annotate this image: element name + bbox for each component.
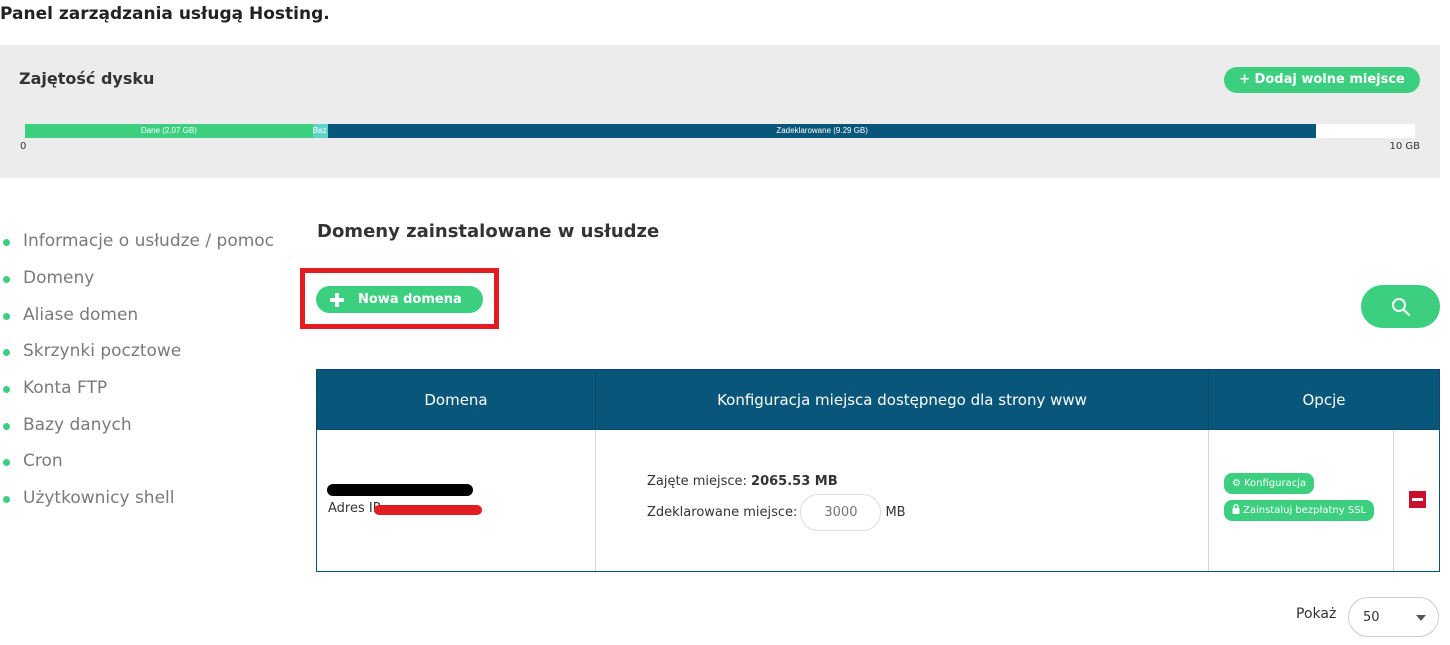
sidebar-item-label: Konta FTP [23,378,108,399]
used-space-line: Zajęte miejsce: 2065.53 MB [647,474,838,489]
install-ssl-button[interactable]: Zainstaluj bezpłatny SSL [1224,500,1375,521]
page-size-select[interactable]: 50 [1348,597,1439,637]
bullet-icon [3,496,10,504]
declared-space-unit: MB [885,505,906,520]
column-header-space-config: Konfiguracja miejsca dostępnego dla stro… [595,369,1209,430]
delete-cell [1393,429,1440,572]
page-size-value: 50 [1363,609,1380,625]
new-domain-button[interactable]: Nowa domena [316,286,483,313]
disk-bar-segment-databases: Baz [312,124,328,138]
sidebar-item-ftp-accounts[interactable]: Konta FTP [0,370,274,407]
bullet-icon [3,422,10,430]
configuration-label: Konfiguracja [1243,478,1307,489]
install-ssl-label: Zainstaluj bezpłatny SSL [1243,505,1367,516]
redacted-domain-name [327,484,473,496]
space-config-cell: Zajęte miejsce: 2065.53 MB Zdeklarowane … [595,429,1209,572]
new-domain-label: Nowa domena [358,292,462,307]
section-title: Domeny zainstalowane w usłudze [317,221,660,242]
page-size-label: Pokaż [1296,606,1337,622]
redacted-ip-address [374,505,482,515]
disk-bar-max-label: 10 GB [1389,141,1420,152]
domain-cell: Adres IP: [316,429,596,572]
search-icon [1391,297,1410,316]
sidebar-item-databases[interactable]: Bazy danych [0,406,274,443]
bullet-icon [3,276,10,284]
add-space-button[interactable]: + Dodaj wolne miejsce [1224,67,1420,93]
bullet-icon [3,239,10,247]
page-title: Panel zarządzania usługą Hosting. [0,4,330,24]
minus-icon [1412,498,1423,501]
sidebar-nav: Informacje o usłudze / pomoc Domeny Alia… [0,223,274,517]
bullet-icon [3,312,10,320]
gear-icon: ⚙ [1232,478,1241,489]
sidebar-item-shell-users[interactable]: Użytkownicy shell [0,480,274,517]
sidebar-item-label: Domeny [23,268,95,289]
sidebar-item-domain-aliases[interactable]: Aliase domen [0,296,274,333]
sidebar-item-label: Informacje o usłudze / pomoc [23,231,275,252]
disk-usage-title: Zajętość dysku [19,69,155,88]
sidebar-item-service-info[interactable]: Informacje o usłudze / pomoc [0,223,274,260]
lock-icon [1232,504,1240,517]
bullet-icon [3,459,10,467]
chevron-down-icon [1416,615,1426,621]
bullet-icon [3,386,10,394]
bullet-icon [3,349,10,357]
disk-bar-min-label: 0 [20,141,27,152]
table-header-row: Domena Konfiguracja miejsca dostępnego d… [316,369,1440,430]
column-header-domain: Domena [316,369,596,430]
column-header-options: Opcje [1208,369,1440,430]
sidebar-item-label: Użytkownicy shell [23,488,175,509]
sidebar-item-label: Aliase domen [23,304,139,325]
used-space-value: 2065.53 MB [751,474,838,489]
domains-table: Domena Konfiguracja miejsca dostępnego d… [316,369,1440,572]
search-button[interactable] [1361,285,1440,328]
sidebar-item-label: Bazy danych [23,414,132,435]
sidebar-item-label: Cron [23,451,63,472]
table-row: Adres IP: Zajęte miejsce: 2065.53 MB Zde… [316,429,1440,572]
declared-space-label: Zdeklarowane miejsce: [647,505,798,520]
sidebar-item-label: Skrzynki pocztowe [23,341,182,362]
options-cell: ⚙ Konfiguracja Zainstaluj bezpłatny SSL [1208,429,1394,572]
disk-usage-bar: Dane (2.07 GB) Baz Zadeklarowane (9.29 GB) [25,124,1415,138]
sidebar-item-mailboxes[interactable]: Skrzynki pocztowe [0,333,274,370]
disk-usage-panel: Zajętość dysku + Dodaj wolne miejsce Dan… [0,45,1440,178]
delete-domain-button[interactable] [1409,491,1426,508]
disk-bar-segment-declared: Zadeklarowane (9.29 GB) [328,124,1317,138]
sidebar-item-domains[interactable]: Domeny [0,260,274,297]
used-space-label: Zajęte miejsce: [647,474,747,489]
declared-space-input[interactable] [800,494,882,531]
plus-icon [330,292,344,307]
configuration-button[interactable]: ⚙ Konfiguracja [1224,473,1315,494]
declared-space-line: Zdeklarowane miejsce: MB [647,494,906,531]
sidebar-item-cron[interactable]: Cron [0,443,274,480]
disk-bar-segment-data: Dane (2.07 GB) [25,124,313,138]
